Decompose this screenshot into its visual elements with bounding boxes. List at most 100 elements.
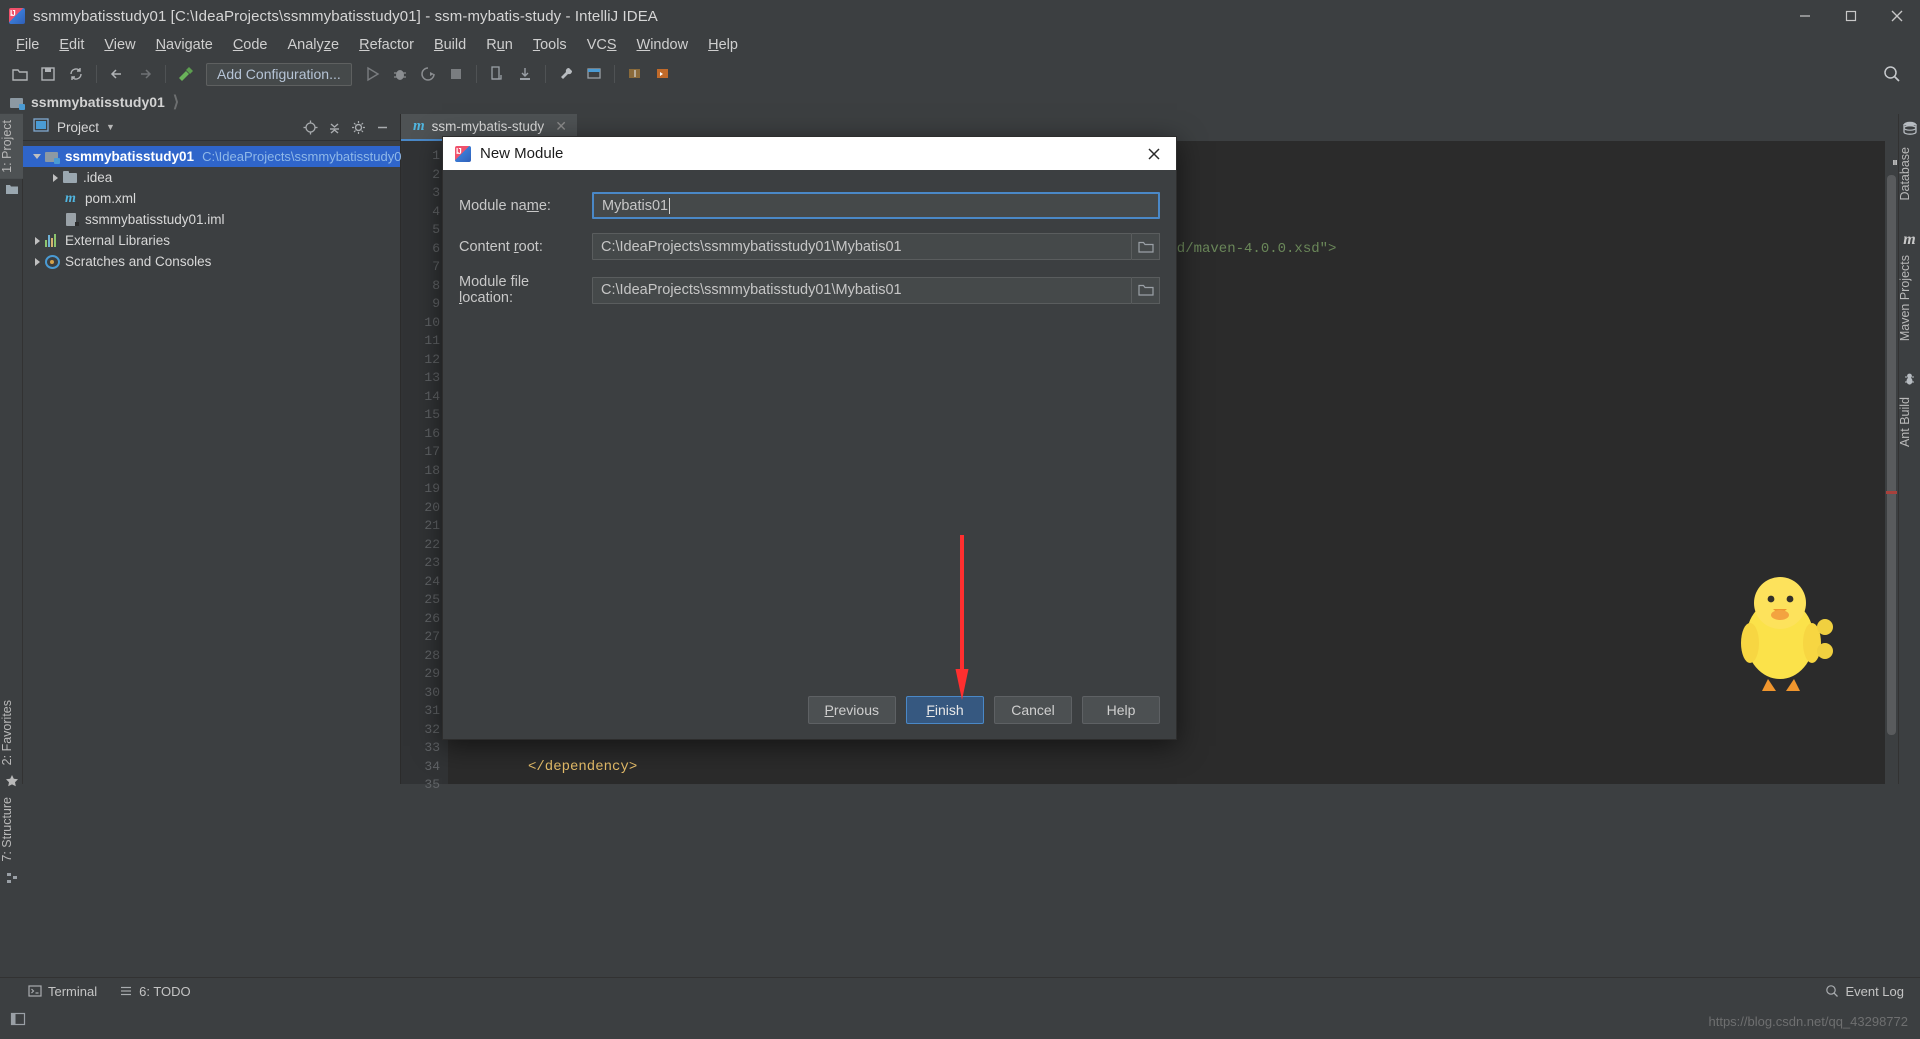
debug-icon[interactable] [387, 61, 413, 87]
expand-toggle-icon[interactable] [29, 154, 45, 159]
hide-icon[interactable] [370, 115, 394, 139]
save-all-icon[interactable] [35, 61, 61, 87]
finish-button[interactable]: Finish [906, 696, 984, 724]
folder-small-icon[interactable] [0, 179, 23, 199]
add-configuration-button[interactable]: Add Configuration... [206, 62, 352, 86]
scrollbar-thumb[interactable] [1887, 175, 1896, 735]
sidebar-item-todo[interactable]: 6: TODO [119, 984, 191, 999]
line-number: 33 [424, 740, 440, 755]
line-number: 21 [424, 518, 440, 533]
tree-label: ssmmybatisstudy01.iml [85, 212, 225, 227]
content-root-input[interactable]: C:\IdeaProjects\ssmmybatisstudy01\Mybati… [592, 233, 1132, 260]
run-coverage-icon[interactable] [415, 61, 441, 87]
tree-node-pom[interactable]: m pom.xml [23, 188, 400, 209]
window-layout-icon[interactable] [10, 1011, 26, 1032]
sidebar-item-project[interactable]: 1: Project [0, 114, 23, 179]
expand-toggle-icon[interactable] [29, 257, 45, 266]
tree-label: ssmmybatisstudy01 [65, 149, 195, 164]
star-icon[interactable] [0, 771, 23, 791]
close-icon[interactable] [1874, 0, 1920, 32]
dialog-close-icon[interactable] [1132, 137, 1176, 170]
dialog-button-bar: Previous Finish Cancel Help [807, 696, 1160, 724]
sidebar-item-terminal[interactable]: Terminal [28, 984, 97, 999]
menu-window[interactable]: Window [627, 35, 699, 55]
module-file-location-browse-folder-icon[interactable] [1132, 276, 1160, 304]
back-arrow-icon[interactable] [104, 61, 130, 87]
forward-arrow-icon[interactable] [132, 61, 158, 87]
plugins-icon[interactable] [581, 61, 607, 87]
sync-icon[interactable] [63, 61, 89, 87]
previous-button[interactable]: Previous [807, 696, 896, 724]
menu-edit[interactable]: Edit [49, 35, 94, 55]
menu-code[interactable]: Code [223, 35, 278, 55]
tree-node-scratches[interactable]: Scratches and Consoles [23, 251, 400, 272]
build-hammer-icon[interactable] [173, 61, 199, 87]
menu-build[interactable]: Build [424, 35, 476, 55]
menu-refactor[interactable]: Refactor [349, 35, 424, 55]
update-project-icon[interactable] [484, 61, 510, 87]
sidebar-item-event-log[interactable]: Event Log [1825, 984, 1904, 999]
maximize-icon[interactable] [1828, 0, 1874, 32]
error-marker[interactable] [1886, 491, 1897, 494]
chevron-down-icon[interactable]: ▼ [106, 122, 115, 132]
iml-file-icon [65, 212, 80, 227]
collapse-all-icon[interactable] [322, 115, 346, 139]
window-title: ssmmybatisstudy01 [C:\IdeaProjects\ssmmy… [33, 7, 658, 25]
tree-node-iml[interactable]: ssmmybatisstudy01.iml [23, 209, 400, 230]
content-root-browse-folder-icon[interactable] [1132, 233, 1160, 260]
menu-tools[interactable]: Tools [523, 35, 577, 55]
breadcrumb-project-label: ssmmybatisstudy01 [31, 94, 165, 110]
right-rail-label: Maven Projects [1898, 254, 1912, 341]
line-number: 12 [424, 351, 440, 367]
menu-vcs[interactable]: VCS [577, 35, 627, 55]
maven-reimport-icon[interactable] [622, 61, 648, 87]
stop-icon[interactable] [443, 61, 469, 87]
search-everywhere-icon[interactable] [1879, 61, 1905, 87]
tree-node-project-root[interactable]: ssmmybatisstudy01 C:\IdeaProjects\ssmmyb… [23, 146, 409, 167]
minimize-icon[interactable] [1782, 0, 1828, 32]
menu-analyze[interactable]: Analyze [278, 35, 350, 55]
sidebar-item-maven-projects[interactable]: m Maven Projects [1898, 231, 1920, 347]
maven-icon: m [1903, 230, 1916, 248]
download-icon[interactable] [512, 61, 538, 87]
sidebar-item-ant-build[interactable]: Ant Build [1898, 371, 1920, 453]
project-panel-header: Project ▼ [23, 114, 400, 141]
left-rail-bottom-group: 2: Favorites 7: Structure [0, 694, 23, 888]
menu-navigate[interactable]: Navigate [146, 35, 223, 55]
menu-help[interactable]: Help [698, 35, 748, 55]
expand-toggle-icon[interactable] [29, 236, 45, 245]
line-number: 17 [424, 444, 440, 459]
run-icon[interactable] [359, 61, 385, 87]
module-name-input[interactable]: Mybatis01 [592, 192, 1160, 219]
text-caret [669, 197, 671, 214]
sidebar-item-structure[interactable]: 7: Structure [0, 791, 23, 868]
module-file-location-input[interactable]: C:\IdeaProjects\ssmmybatisstudy01\Mybati… [592, 276, 1132, 304]
help-button[interactable]: Help [1082, 696, 1160, 724]
tree-node-external-libraries[interactable]: External Libraries [23, 230, 400, 251]
gear-icon[interactable] [346, 115, 370, 139]
breadcrumb[interactable]: ssmmybatisstudy01 ⟩ [10, 92, 179, 112]
menu-file[interactable]: File [6, 35, 49, 55]
sidebar-item-favorites[interactable]: 2: Favorites [0, 694, 23, 771]
maven-icon: m [413, 118, 425, 134]
folder-icon [63, 170, 78, 185]
tree-node-idea[interactable]: .idea [23, 167, 400, 188]
open-folder-icon[interactable] [7, 61, 33, 87]
line-number: 27 [424, 629, 440, 644]
settings-wrench-icon[interactable] [553, 61, 579, 87]
menu-run[interactable]: Run [476, 35, 523, 55]
menu-view[interactable]: View [94, 35, 145, 55]
window-controls [1782, 0, 1920, 32]
toolbar-separator [96, 65, 97, 83]
sidebar-item-database[interactable]: Database [1898, 120, 1920, 207]
status-bar: https://blog.csdn.net/qq_43298772 [0, 1004, 1920, 1039]
line-number: 13 [424, 370, 440, 385]
cancel-button[interactable]: Cancel [994, 696, 1072, 724]
editor-scrollbar[interactable]: ⏸ [1885, 141, 1898, 784]
structure-icon[interactable] [0, 868, 23, 888]
close-tab-icon[interactable]: ✕ [555, 118, 567, 135]
expand-toggle-icon[interactable] [47, 173, 63, 182]
locate-target-icon[interactable] [298, 115, 322, 139]
line-number: 24 [424, 573, 440, 589]
run-anything-icon[interactable] [650, 61, 676, 87]
